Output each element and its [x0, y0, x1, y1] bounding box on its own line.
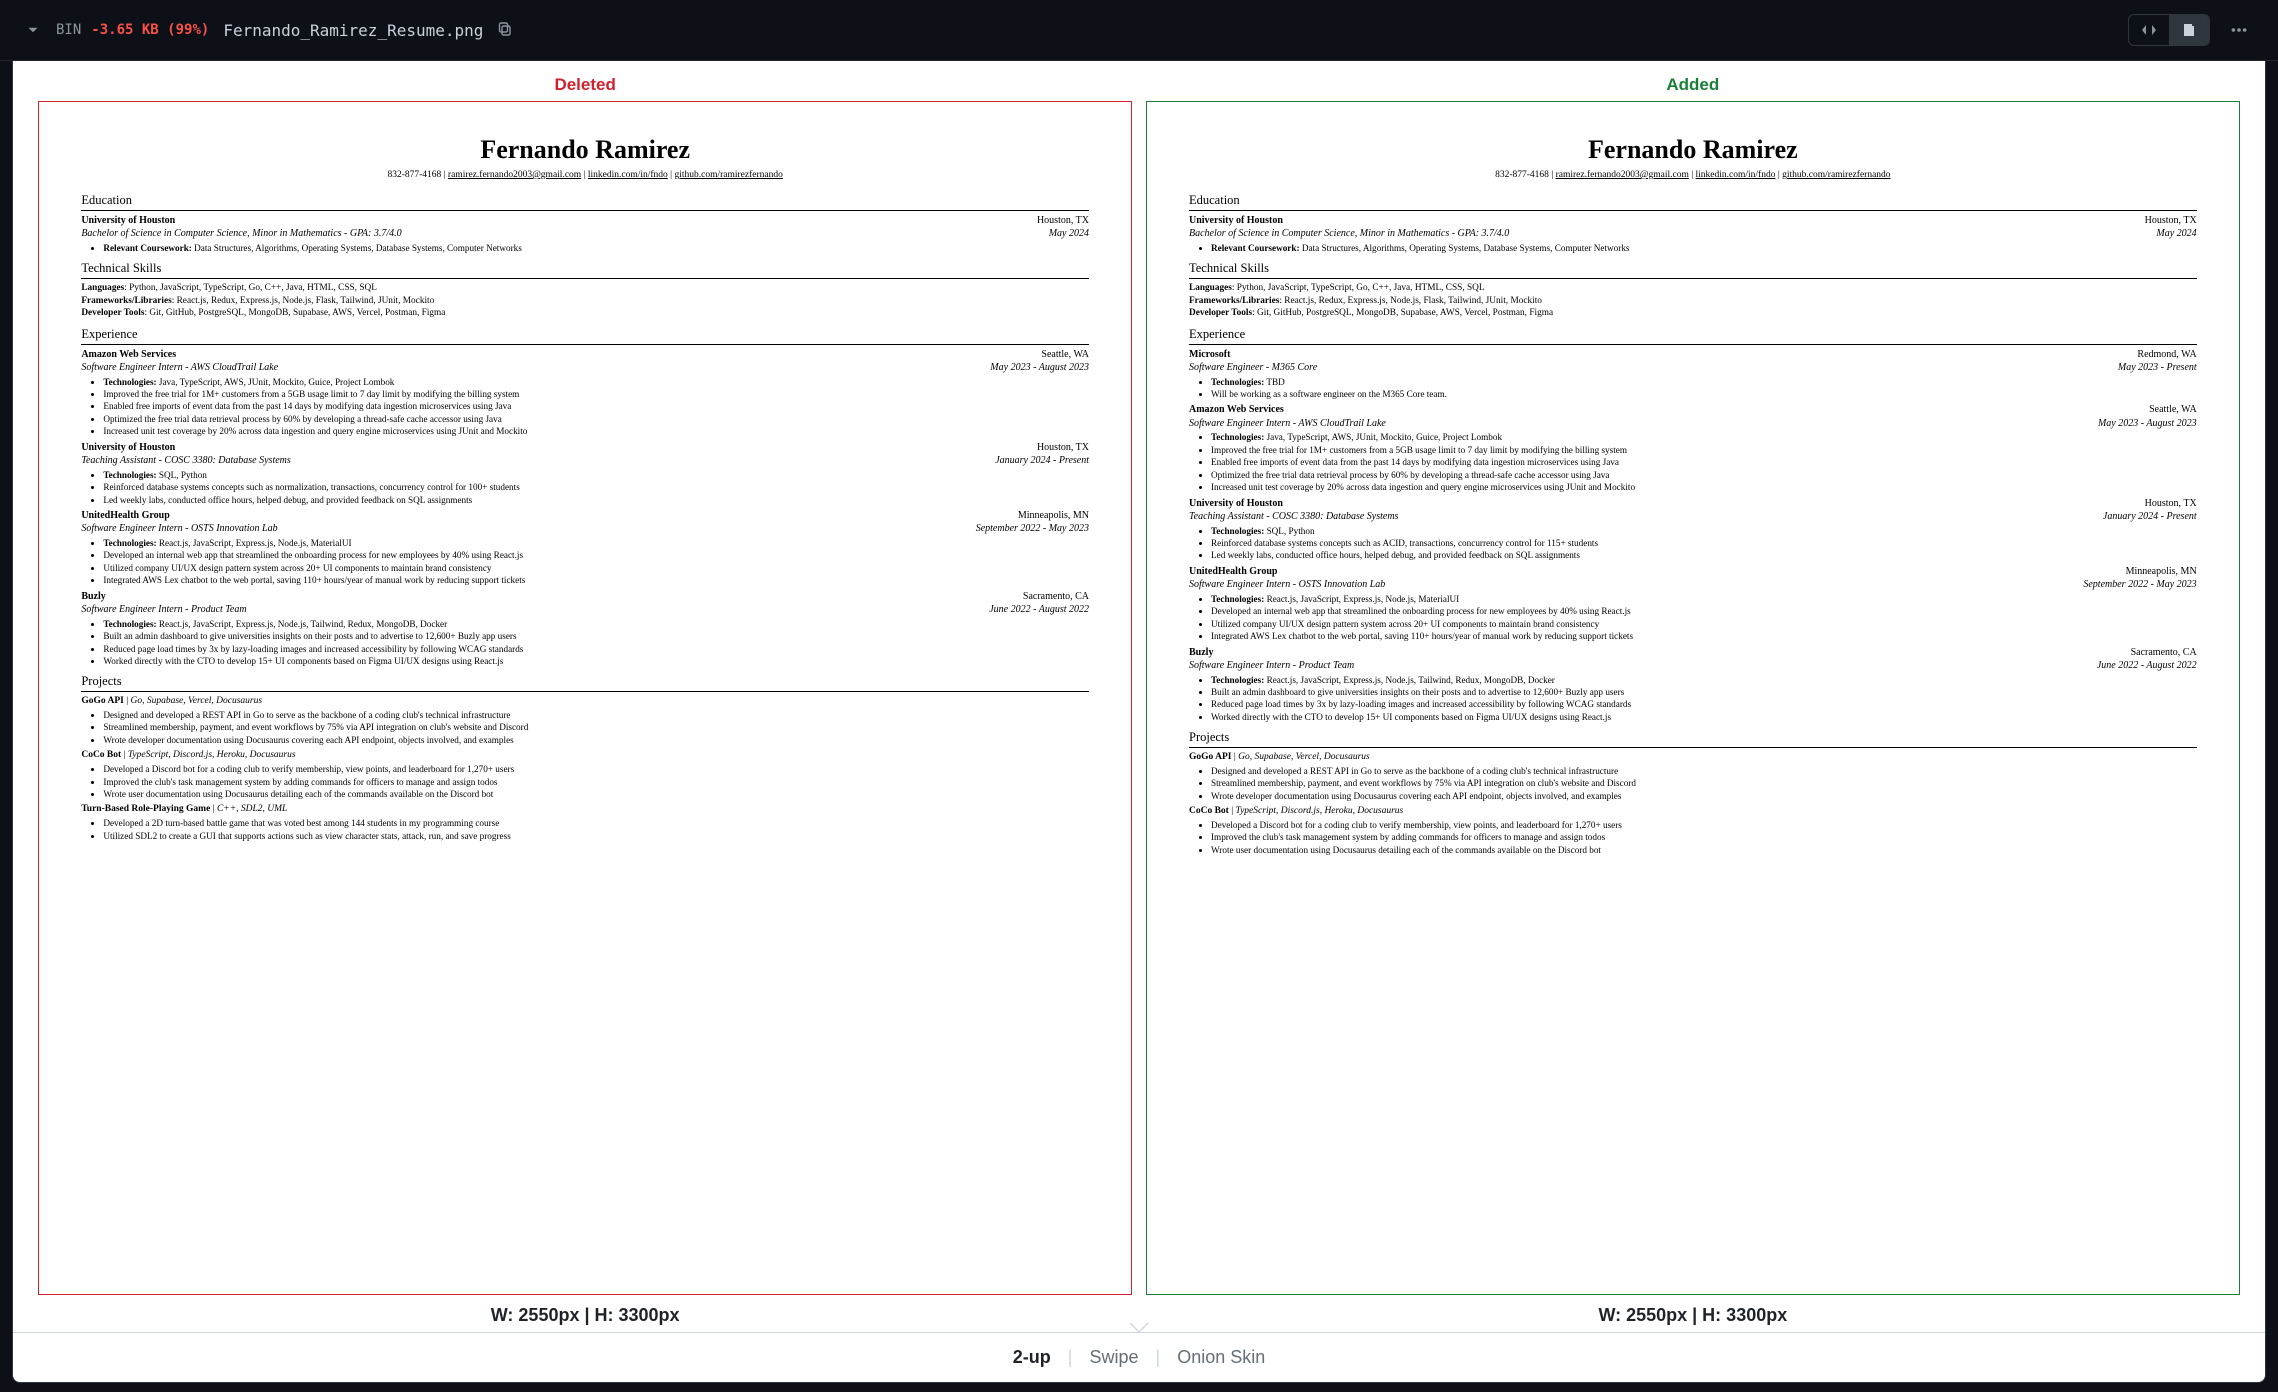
size-delta: -3.65 KB (99%) [91, 22, 209, 38]
compare-row: Deleted Fernando Ramirez832-877-4168 | r… [13, 61, 2265, 1332]
collapse-toggle-icon[interactable] [24, 21, 42, 39]
added-resume: Fernando Ramirez832-877-4168 | ramirez.f… [1147, 102, 2239, 1294]
mode-swipe[interactable]: Swipe [1077, 1347, 1150, 1367]
diff-header: BIN -3.65 KB (99%) Fernando_Ramirez_Resu… [0, 0, 2278, 61]
copy-path-icon[interactable] [497, 21, 513, 40]
header-actions [2128, 14, 2254, 46]
added-image-frame[interactable]: Fernando Ramirez832-877-4168 | ramirez.f… [1146, 101, 2240, 1295]
rendered-view-button[interactable] [2169, 15, 2209, 45]
binary-label: BIN [56, 22, 81, 38]
source-view-button[interactable] [2129, 15, 2169, 45]
deleted-resume: Fernando Ramirez832-877-4168 | ramirez.f… [39, 102, 1131, 1294]
deleted-label: Deleted [554, 75, 615, 95]
added-dimensions: W: 2550px | H: 3300px [1598, 1305, 1787, 1326]
file-name: Fernando_Ramirez_Resume.png [223, 21, 483, 40]
mode-onion-skin[interactable]: Onion Skin [1165, 1347, 1277, 1367]
deleted-image-frame[interactable]: Fernando Ramirez832-877-4168 | ramirez.f… [38, 101, 1132, 1295]
deleted-side: Deleted Fernando Ramirez832-877-4168 | r… [38, 75, 1132, 1326]
render-mode-toggle [2128, 14, 2210, 46]
diff-body: Deleted Fernando Ramirez832-877-4168 | r… [12, 61, 2266, 1383]
deleted-dimensions: W: 2550px | H: 3300px [491, 1305, 680, 1326]
mode-two-up[interactable]: 2-up [1001, 1347, 1063, 1367]
added-side: Added Fernando Ramirez832-877-4168 | ram… [1146, 75, 2240, 1326]
compare-mode-bar: 2-up | Swipe | Onion Skin [13, 1332, 2265, 1382]
more-actions-icon[interactable] [2224, 15, 2254, 45]
added-label: Added [1666, 75, 1719, 95]
